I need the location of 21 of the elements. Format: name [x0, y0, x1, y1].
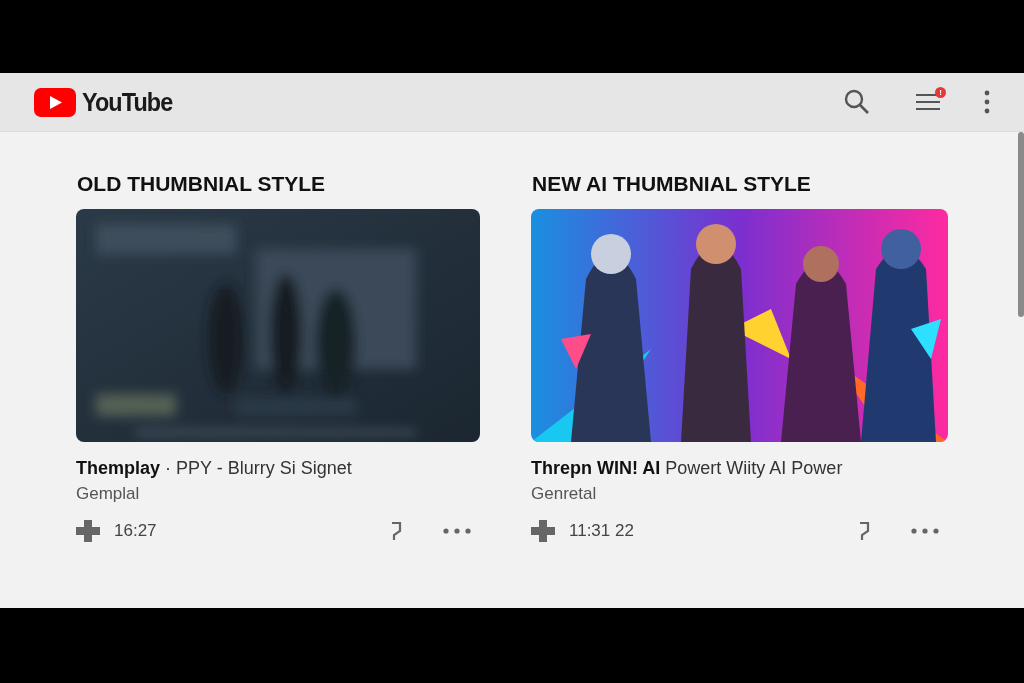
more-icon[interactable] — [910, 527, 940, 535]
video-title[interactable]: Threpn WIN! AI Powert Wiity AI Power — [531, 458, 948, 479]
section-title: NEW AI THUMBNIAL STYLE — [532, 172, 812, 196]
list-icon[interactable] — [916, 92, 940, 112]
logo-text[interactable]: YouTube — [82, 86, 173, 118]
notification-badge: ! — [935, 87, 946, 98]
gamepad-icon — [531, 520, 555, 542]
video-duration: 11:31 22 — [569, 521, 634, 541]
video-title[interactable]: Themplay · PPY - Blurry Si Signet — [76, 458, 480, 479]
more-icon[interactable] — [984, 90, 990, 114]
channel-name[interactable]: Gemplal — [76, 484, 480, 504]
channel-name[interactable]: Genretal — [531, 484, 948, 504]
play-logo-icon — [34, 87, 76, 117]
section-title: OLD THUMBNIAL STYLE — [77, 172, 327, 196]
video-duration: 16:27 — [114, 521, 157, 541]
search-icon[interactable] — [844, 89, 870, 115]
more-icon[interactable] — [442, 527, 472, 535]
scrollbar[interactable] — [1018, 132, 1024, 317]
gamepad-icon — [76, 520, 100, 542]
hook-icon[interactable] — [858, 521, 870, 541]
hook-icon[interactable] — [390, 521, 402, 541]
